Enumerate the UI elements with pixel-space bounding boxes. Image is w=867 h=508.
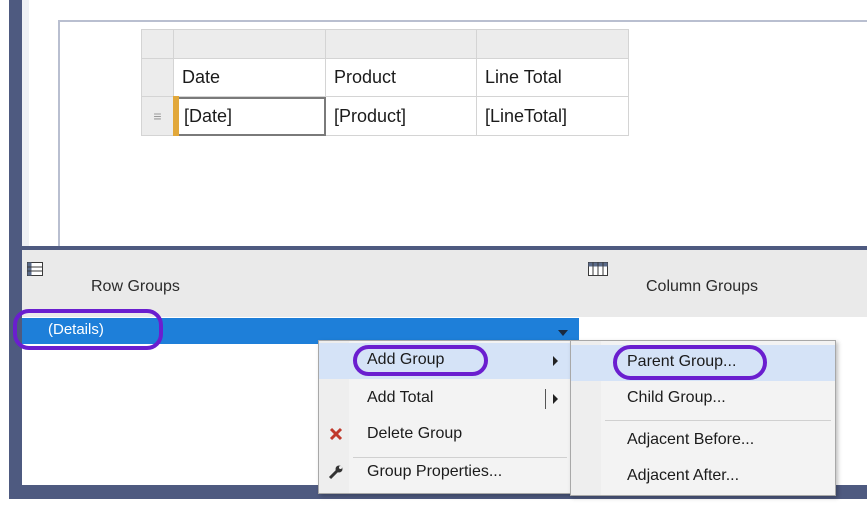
detail-group-indicator xyxy=(173,96,179,136)
menu-item-label: Add Total xyxy=(367,389,434,406)
menu-separator xyxy=(605,420,831,421)
menu-item-label: Adjacent After... xyxy=(627,467,740,484)
split-divider xyxy=(545,389,546,409)
column-groups-title: Column Groups xyxy=(646,278,759,295)
detail-cell-date[interactable]: [Date] xyxy=(174,97,326,136)
menu-item-adjacent-after[interactable]: Adjacent After... xyxy=(571,459,835,495)
menu-item-delete-group[interactable]: Delete Group xyxy=(319,417,571,453)
menu-item-label: Add Group xyxy=(367,351,445,368)
column-handle[interactable] xyxy=(477,29,629,59)
menu-item-add-total[interactable]: Add Total xyxy=(319,381,571,417)
menu-item-label: Delete Group xyxy=(367,425,463,442)
menu-item-child-group[interactable]: Child Group... xyxy=(571,381,835,417)
menu-item-label: Adjacent Before... xyxy=(627,431,755,448)
menu-item-parent-group[interactable]: Parent Group... xyxy=(571,345,835,381)
left-frame-bar xyxy=(9,0,22,485)
menu-item-label: Group Properties... xyxy=(367,463,503,480)
menu-item-label: Parent Group... xyxy=(627,353,737,370)
detail-cell-line-total[interactable]: [LineTotal] xyxy=(477,97,629,136)
menu-item-add-group[interactable]: Add Group xyxy=(319,343,571,379)
group-context-menu: Add Group Add Total Delete Group Group P… xyxy=(318,340,572,494)
row-handle[interactable] xyxy=(141,59,174,97)
header-cell-line-total[interactable]: Line Total xyxy=(477,59,629,97)
left-frame-inner xyxy=(22,0,29,248)
column-handle[interactable] xyxy=(174,29,326,59)
column-groups-icon xyxy=(588,262,608,281)
menu-item-group-properties[interactable]: Group Properties... xyxy=(319,455,571,491)
delete-x-icon xyxy=(327,426,345,444)
detail-cell-product[interactable]: [Product] xyxy=(326,97,477,136)
submenu-arrow-icon xyxy=(553,356,558,366)
tablix-corner[interactable] xyxy=(141,29,174,59)
menu-item-adjacent-before[interactable]: Adjacent Before... xyxy=(571,423,835,459)
row-groups-title: Row Groups xyxy=(91,278,180,295)
menu-item-label: Child Group... xyxy=(627,389,726,406)
submenu-arrow-icon xyxy=(553,394,558,404)
detail-row-handle-icon[interactable]: ≡ xyxy=(141,97,174,136)
row-groups-icon xyxy=(27,262,43,281)
header-cell-product[interactable]: Product xyxy=(326,59,477,97)
wrench-icon xyxy=(327,464,345,482)
column-handle[interactable] xyxy=(326,29,477,59)
add-group-submenu: Parent Group... Child Group... Adjacent … xyxy=(570,340,836,496)
details-group-label: (Details) xyxy=(48,321,104,338)
chevron-down-icon[interactable] xyxy=(558,330,568,336)
header-cell-date[interactable]: Date xyxy=(174,59,326,97)
